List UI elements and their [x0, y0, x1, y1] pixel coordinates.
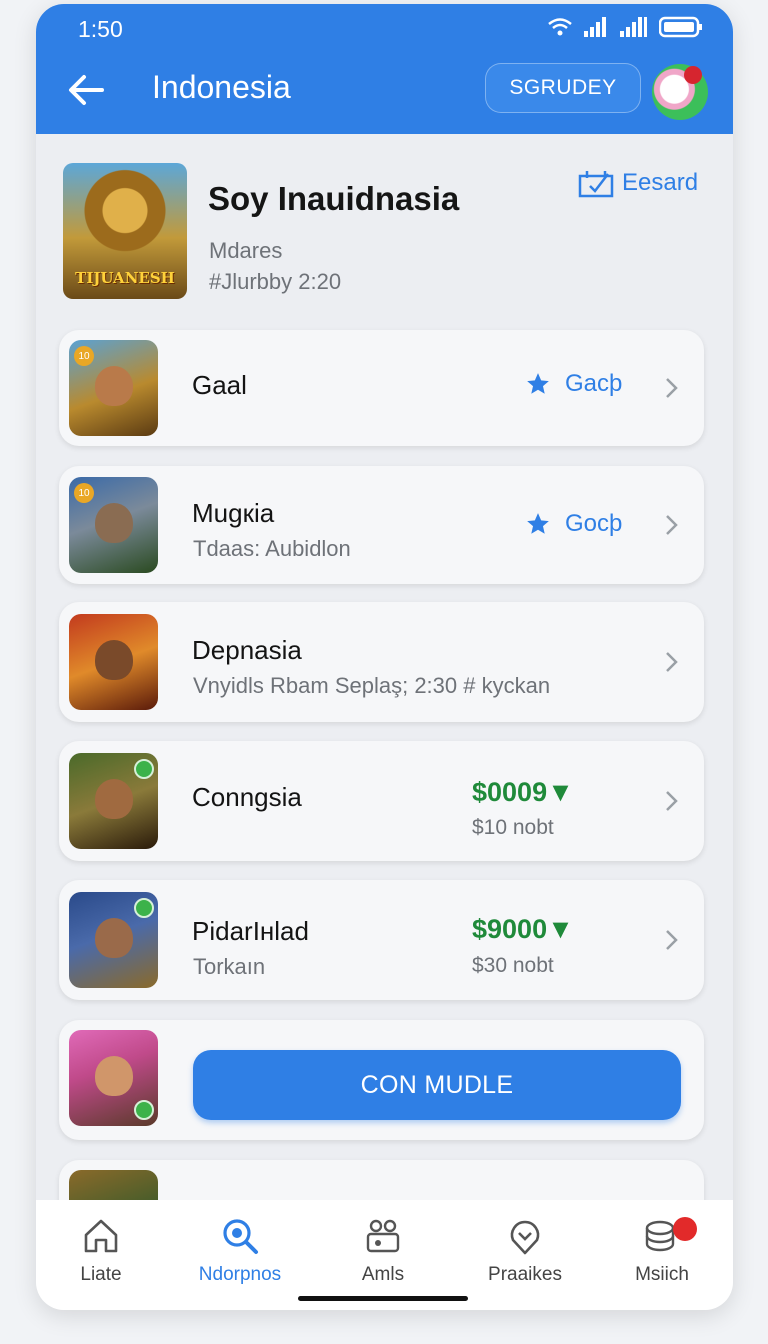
row-title: Depnasia — [192, 635, 302, 665]
nav-item-favorites[interactable]: Praaikes — [465, 1214, 585, 1286]
row-title: PidarIнlad — [192, 916, 309, 946]
level-badge: 10 — [74, 346, 94, 366]
game-title: Soy Inauidnasia — [208, 180, 460, 217]
app-header: 1:50 Indonesia SGRUDEY — [36, 4, 733, 134]
arrow-left-icon — [69, 75, 104, 105]
list-item[interactable]: Depnasia Vnyidls Rbam Seplaş; 2:30 # kyc… — [59, 602, 704, 722]
page-title: Indonesia — [152, 69, 291, 105]
star-icon — [527, 513, 549, 534]
home-icon — [84, 1219, 118, 1253]
list-item: CON MUDLE — [59, 1020, 704, 1140]
primary-cta-button[interactable]: CON MUDLE — [193, 1050, 681, 1120]
row-subtitle: Tdaas: Aubidlon — [193, 536, 351, 561]
nav-item-home[interactable]: Liate — [41, 1214, 161, 1286]
level-badge: 10 — [74, 483, 94, 503]
list-item[interactable]: Conngsia $0009▼ $10 nobt — [59, 741, 704, 861]
game-thumbnail: 10 — [69, 477, 158, 573]
chevron-right-icon[interactable] — [659, 650, 683, 674]
list-item[interactable]: 10 Gaal Gacþ — [59, 330, 704, 446]
game-subtitle: Mdares — [209, 238, 283, 263]
status-badge — [134, 759, 154, 779]
home-indicator — [298, 1296, 468, 1301]
game-thumbnail — [69, 1030, 158, 1126]
row-subtitle: Vnyidls Rbam Seplaş; 2:30 # kyckan — [193, 673, 551, 698]
chevron-right-icon[interactable] — [659, 513, 683, 537]
board-link[interactable]: Eesard — [578, 168, 698, 198]
game-thumbnail — [69, 614, 158, 710]
game-art: TIJUANESH — [63, 163, 187, 299]
nav-item-apps[interactable]: Amls — [323, 1214, 443, 1286]
header-pill-button[interactable]: SGRUDEY — [485, 63, 641, 113]
nav-item-stack[interactable]: Msiich — [602, 1214, 722, 1286]
row-subtitle: Torkaın — [193, 954, 266, 979]
chevron-right-icon[interactable] — [659, 789, 683, 813]
character-face — [95, 640, 133, 680]
price: $0009▼ — [472, 777, 574, 807]
character-face — [95, 918, 133, 958]
back-button[interactable] — [64, 68, 108, 112]
bottom-nav: Liate Ndorpnos Amls Praaikes Msiich — [36, 1200, 733, 1310]
battery-icon — [659, 16, 702, 38]
chevron-right-icon[interactable] — [659, 376, 683, 400]
price-note: $10 nobt — [472, 816, 554, 839]
nav-label: Ndorpnos — [198, 1264, 282, 1285]
game-thumbnail — [69, 892, 158, 988]
rating: Gacþ — [525, 370, 622, 398]
status-icons — [547, 16, 703, 38]
nav-item-search[interactable]: Ndorpnos — [180, 1214, 300, 1286]
board-link-label: Eesard — [622, 169, 699, 196]
list-item[interactable]: PidarIнlad Torkaın $9000▼ $30 nobt — [59, 880, 704, 1000]
rating-label: Gacþ — [565, 370, 623, 397]
status-badge — [134, 1100, 154, 1120]
phone-screen: 1:50 Indonesia SGRUDEY TIJUANESH Soy Ina… — [36, 4, 733, 1310]
signal-icon — [584, 17, 606, 37]
game-thumbnail: 10 — [69, 340, 158, 436]
status-time: 1:50 — [78, 16, 123, 42]
nav-label: Amls — [361, 1264, 405, 1285]
rating-label: Gocþ — [565, 510, 623, 537]
price: $9000▼ — [472, 914, 574, 944]
character-face — [95, 779, 133, 819]
nav-label: Msiich — [635, 1264, 689, 1285]
row-title: Mugкia — [192, 498, 275, 528]
signal-icon-2 — [620, 17, 647, 37]
row-title: Conngsia — [192, 782, 302, 812]
favorites-icon — [510, 1220, 540, 1255]
game-art-caption: TIJUANESH — [75, 269, 175, 287]
calendar-check-icon — [578, 171, 614, 198]
game-thumbnail — [69, 753, 158, 849]
rating: Gocþ — [525, 510, 622, 538]
notification-badge — [673, 1217, 697, 1241]
status-badge — [134, 898, 154, 918]
character-face — [95, 503, 133, 543]
list-item[interactable]: 10 Mugкia Tdaas: Aubidlon Gocþ — [59, 466, 704, 584]
character-face — [95, 1056, 133, 1096]
price-note: $30 nobt — [472, 954, 554, 977]
character-face — [95, 366, 133, 406]
search-icon — [223, 1219, 258, 1254]
apps-icon — [366, 1219, 400, 1253]
row-title: Gaal — [192, 370, 247, 400]
wifi-icon — [548, 18, 572, 36]
star-icon — [527, 373, 549, 394]
chevron-right-icon[interactable] — [659, 928, 683, 952]
game-meta: #Jlurbby 2:20 — [209, 269, 342, 294]
nav-label: Praaikes — [488, 1264, 562, 1285]
notification-dot — [684, 66, 702, 84]
nav-label: Liate — [80, 1264, 122, 1285]
